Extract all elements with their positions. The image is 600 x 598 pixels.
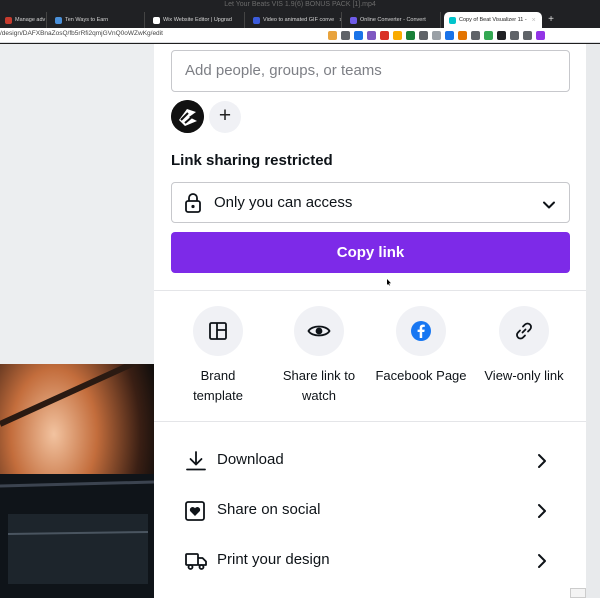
tab-beat-visualizer[interactable]: Copy of Beat Visualizer 11 - ×	[444, 12, 542, 28]
action-label: Download	[217, 451, 284, 468]
heart-box-icon	[185, 501, 205, 526]
avatar	[171, 100, 204, 133]
template-icon	[193, 306, 243, 356]
tab-label: Copy of Beat Visualizer 11 -	[459, 17, 527, 23]
extension-icon[interactable]	[328, 31, 337, 40]
tab-label: Online Converter - Convert	[360, 17, 426, 23]
tab-label: Ten Ways to Earn	[65, 17, 109, 23]
action-print-design[interactable]: Print your design	[154, 536, 586, 586]
share-option-label: View-only link	[484, 368, 564, 383]
tab-label: Video to animated GIF conve	[263, 17, 335, 23]
share-option-watch-link[interactable]: Share link to watch	[264, 306, 374, 406]
browser-tab-strip: Let Your Beats VIS 1.9(6) BONUS PACK [1]…	[0, 0, 600, 28]
lock-icon	[184, 193, 202, 218]
address-bar: /design/DAFXBnaZosQ/fb5rRfi2qmjGVnQ0oWZw…	[0, 28, 600, 43]
link-sharing-heading: Link sharing restricted	[171, 152, 333, 169]
extension-icon[interactable]	[497, 31, 506, 40]
extension-icon[interactable]	[341, 31, 350, 40]
share-option-facebook-page[interactable]: Facebook Page	[366, 306, 476, 386]
extension-icon[interactable]	[536, 31, 545, 40]
access-level-value: Only you can access	[214, 194, 353, 211]
chevron-right-icon	[537, 503, 547, 524]
chevron-right-icon	[537, 553, 547, 574]
extension-icon[interactable]	[510, 31, 519, 40]
eye-icon	[294, 306, 344, 356]
extension-icon[interactable]	[419, 31, 428, 40]
action-share-on-social[interactable]: Share on social	[154, 486, 586, 536]
extension-icon[interactable]	[354, 31, 363, 40]
add-person-button[interactable]: +	[209, 101, 241, 133]
tab-close-icon[interactable]: ×	[532, 17, 536, 24]
extension-icon[interactable]	[523, 31, 532, 40]
divider	[154, 421, 586, 422]
extension-icon[interactable]	[484, 31, 493, 40]
tab-ten-ways[interactable]: Ten Ways to Earn	[50, 12, 145, 28]
extension-icon[interactable]	[432, 31, 441, 40]
tab-favicon	[55, 16, 62, 24]
extension-toolbar	[328, 31, 545, 40]
chevron-right-icon	[537, 453, 547, 474]
action-label: Share on social	[217, 501, 321, 518]
extension-icon[interactable]	[380, 31, 389, 40]
share-option-brand-template[interactable]: Brand template	[163, 306, 273, 406]
tab-online-converter[interactable]: Online Converter - Convert	[345, 12, 441, 28]
tab-favicon	[153, 16, 160, 24]
tab-wix-editor[interactable]: Wix Website Editor | Upgrad	[148, 12, 245, 28]
facebook-icon	[396, 306, 446, 356]
action-download[interactable]: Download	[154, 436, 586, 486]
screen: Let Your Beats VIS 1.9(6) BONUS PACK [1]…	[0, 0, 600, 598]
download-icon	[185, 451, 207, 476]
chevron-down-icon	[542, 197, 556, 215]
extension-icon[interactable]	[458, 31, 467, 40]
share-option-label: Brand template	[193, 368, 243, 403]
truck-icon	[185, 551, 207, 576]
right-canvas-strip	[586, 44, 600, 598]
tab-favicon	[5, 16, 12, 24]
tab-label: Wix Website Editor | Upgrad	[163, 17, 232, 23]
tab-favicon	[253, 16, 260, 24]
new-tab-button[interactable]: +	[545, 12, 557, 28]
copy-link-button[interactable]: Copy link	[171, 232, 570, 273]
tab-label: Manage adv	[15, 17, 46, 23]
share-option-label: Share link to watch	[282, 368, 356, 403]
divider	[154, 290, 586, 291]
access-level-select[interactable]: Only you can access	[171, 182, 570, 223]
extension-icon[interactable]	[393, 31, 402, 40]
share-panel: Add people, groups, or teams + Link shar…	[154, 44, 586, 598]
tab-close-icon[interactable]: ×	[339, 17, 341, 24]
design-photo-preview	[0, 364, 154, 598]
share-option-view-only-link[interactable]: View-only link	[469, 306, 579, 386]
action-label: Print your design	[217, 551, 330, 568]
tab-favicon	[449, 16, 456, 24]
extension-icon[interactable]	[445, 31, 454, 40]
tab-video-to-gif[interactable]: Video to animated GIF conve ×	[248, 12, 342, 28]
share-option-label: Facebook Page	[375, 368, 467, 383]
scroll-corner	[570, 588, 586, 598]
extension-icon[interactable]	[406, 31, 415, 40]
extension-icon[interactable]	[367, 31, 376, 40]
add-people-input[interactable]: Add people, groups, or teams	[171, 50, 570, 92]
link-icon	[499, 306, 549, 356]
window-title: Let Your Beats VIS 1.9(6) BONUS PACK [1]…	[224, 1, 376, 8]
tab-favicon	[350, 16, 357, 24]
tab-manage-ads[interactable]: Manage adv	[0, 12, 47, 28]
extension-icon[interactable]	[471, 31, 480, 40]
url-field[interactable]: /design/DAFXBnaZosQ/fb5rRfi2qmjGVnQ0oWZw…	[0, 30, 163, 37]
